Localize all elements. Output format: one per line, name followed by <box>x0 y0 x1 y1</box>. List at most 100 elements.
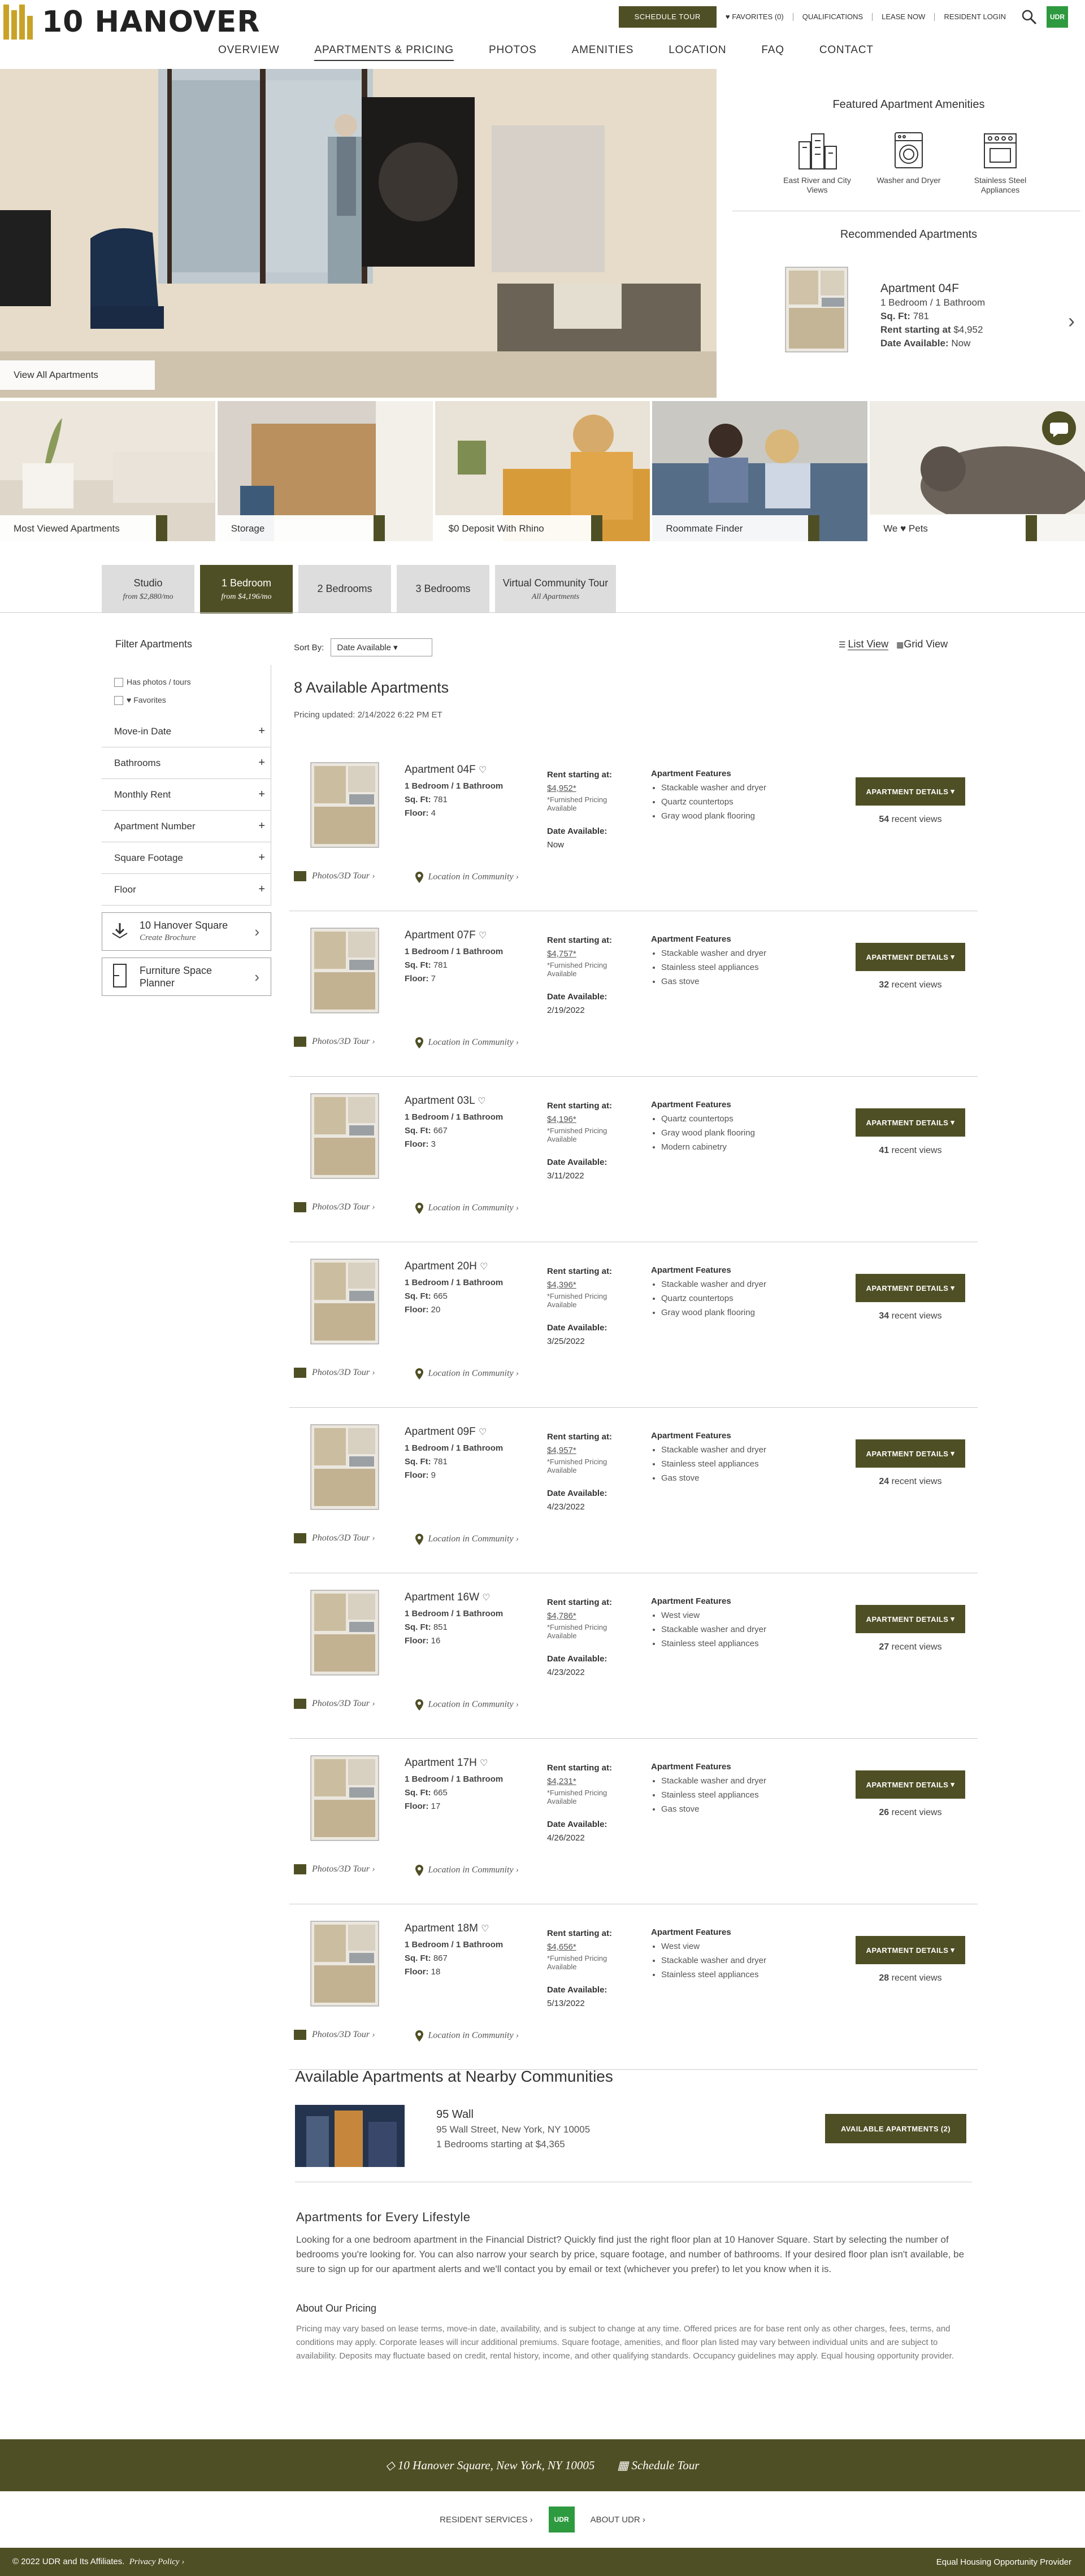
location-link[interactable]: Location in Community › <box>414 1864 519 1877</box>
promo-tile[interactable]: $0 Deposit With Rhino <box>435 401 650 541</box>
nav-faq[interactable]: FAQ <box>761 44 784 61</box>
apartment-details-button[interactable]: APARTMENT DETAILS ▾ <box>856 777 965 806</box>
heart-outline-icon[interactable]: ♡ <box>480 1262 488 1272</box>
location-link[interactable]: Location in Community › <box>414 1699 519 1711</box>
rent-value[interactable]: $4,656* <box>547 1942 576 1952</box>
schedule-tour-link[interactable]: ▦ Schedule Tour <box>617 2458 699 2473</box>
udr-logo[interactable]: UDR <box>548 2507 575 2533</box>
photos-tour-link[interactable]: Photos/3D Tour › <box>294 1368 375 1380</box>
has-photos-checkbox[interactable]: Has photos / tours <box>114 673 266 691</box>
location-link[interactable]: Location in Community › <box>414 1368 519 1380</box>
udr-logo[interactable]: UDR <box>1047 6 1068 28</box>
apartment-name[interactable]: Apartment 17H ♡ <box>405 1757 488 1769</box>
photos-tour-link[interactable]: Photos/3D Tour › <box>294 1699 375 1711</box>
favorites-checkbox[interactable]: ♥ Favorites <box>114 691 266 709</box>
lease-now-link[interactable]: LEASE NOW <box>872 13 934 21</box>
apartment-name[interactable]: Apartment 20H ♡ <box>405 1260 488 1273</box>
about-udr-link[interactable]: ABOUT UDR › <box>591 2515 645 2525</box>
rent-value[interactable]: $4,957* <box>547 1446 576 1455</box>
filter-bathrooms[interactable]: Bathrooms + <box>102 747 271 779</box>
promo-tile[interactable]: Storage <box>217 401 433 541</box>
heart-outline-icon[interactable]: ♡ <box>479 931 487 941</box>
create-brochure-card[interactable]: 10 Hanover Square Create Brochure › <box>102 912 271 951</box>
nav-location[interactable]: LOCATION <box>669 44 726 61</box>
apartment-details-button[interactable]: APARTMENT DETAILS ▾ <box>856 1936 965 1964</box>
apartment-name[interactable]: Apartment 18M ♡ <box>405 1922 489 1935</box>
filter-floor[interactable]: Floor + <box>102 874 271 906</box>
floorplan-thumbnail[interactable] <box>300 923 390 1019</box>
sort-select[interactable]: Date Available ▾ <box>331 638 433 656</box>
schedule-tour-button[interactable]: SCHEDULE TOUR <box>618 6 717 28</box>
chat-icon[interactable] <box>1042 411 1076 445</box>
tab-virtual-tour[interactable]: Virtual Community Tour All Apartments <box>495 565 616 612</box>
checkbox-icon[interactable] <box>114 678 123 687</box>
rent-value[interactable]: $4,786* <box>547 1611 576 1621</box>
furniture-planner-card[interactable]: Furniture Space Planner › <box>102 958 271 996</box>
resident-services-link[interactable]: RESIDENT SERVICES › <box>440 2515 533 2525</box>
photos-tour-link[interactable]: Photos/3D Tour › <box>294 2030 375 2042</box>
apartment-details-button[interactable]: APARTMENT DETAILS ▾ <box>856 1770 965 1799</box>
apartment-details-button[interactable]: APARTMENT DETAILS ▾ <box>856 943 965 971</box>
apartment-name[interactable]: Apartment 16W ♡ <box>405 1591 491 1604</box>
building-photo[interactable] <box>295 2105 405 2167</box>
rent-value[interactable]: $4,231* <box>547 1777 576 1786</box>
list-view-button[interactable]: ☰ List View <box>839 638 889 650</box>
rent-value[interactable]: $4,396* <box>547 1280 576 1290</box>
photos-tour-link[interactable]: Photos/3D Tour › <box>294 1202 375 1215</box>
privacy-policy-link[interactable]: Privacy Policy › <box>129 2557 184 2566</box>
floorplan-thumbnail[interactable] <box>300 1916 390 2012</box>
tab-2-bedrooms[interactable]: 2 Bedrooms <box>298 565 391 612</box>
promo-tile[interactable]: Most Viewed Apartments <box>0 401 215 541</box>
location-link[interactable]: Location in Community › <box>414 1533 519 1546</box>
view-all-apartments-link[interactable]: View All Apartments <box>0 360 155 390</box>
tab-1-bedroom[interactable]: 1 Bedroom from $4,196/mo <box>200 565 293 613</box>
nav-apartments-pricing[interactable]: APARTMENTS & PRICING <box>314 44 454 61</box>
heart-outline-icon[interactable]: ♡ <box>482 1593 490 1603</box>
available-apartments-button[interactable]: AVAILABLE APARTMENTS (2) <box>825 2114 966 2143</box>
location-link[interactable]: Location in Community › <box>414 871 519 884</box>
favorites-link[interactable]: ♥ FAVORITES (0) <box>717 13 793 21</box>
heart-outline-icon[interactable]: ♡ <box>481 1924 489 1934</box>
apartment-name[interactable]: Apartment 09F ♡ <box>405 1426 487 1438</box>
photos-tour-link[interactable]: Photos/3D Tour › <box>294 1533 375 1546</box>
heart-outline-icon[interactable]: ♡ <box>478 1096 485 1106</box>
promo-tile[interactable]: Roommate Finder <box>652 401 868 541</box>
location-link[interactable]: Location in Community › <box>414 1202 519 1215</box>
filter-apartment-number[interactable]: Apartment Number + <box>102 811 271 842</box>
resident-login-link[interactable]: RESIDENT LOGIN <box>934 13 1015 21</box>
recommended-card[interactable]: Apartment 04F 1 Bedroom / 1 Bathroom Sq.… <box>732 262 1085 358</box>
apartment-name[interactable]: Apartment 07F ♡ <box>405 929 487 942</box>
rent-value[interactable]: $4,952* <box>547 784 576 793</box>
floorplan-thumbnail[interactable] <box>780 262 853 358</box>
floorplan-thumbnail[interactable] <box>300 757 390 853</box>
tab-3-bedrooms[interactable]: 3 Bedrooms <box>397 565 489 612</box>
logo[interactable]: 10 HANOVER <box>3 5 260 40</box>
apartment-details-button[interactable]: APARTMENT DETAILS ▾ <box>856 1274 965 1302</box>
photos-tour-link[interactable]: Photos/3D Tour › <box>294 1037 375 1049</box>
floorplan-thumbnail[interactable] <box>300 1750 390 1846</box>
rent-value[interactable]: $4,757* <box>547 949 576 959</box>
nav-overview[interactable]: OVERVIEW <box>218 44 279 61</box>
heart-outline-icon[interactable]: ♡ <box>480 1759 488 1768</box>
photos-tour-link[interactable]: Photos/3D Tour › <box>294 871 375 884</box>
filter-monthly-rent[interactable]: Monthly Rent + <box>102 779 271 811</box>
location-link[interactable]: Location in Community › <box>414 1037 519 1049</box>
apartment-details-button[interactable]: APARTMENT DETAILS ▾ <box>856 1605 965 1633</box>
apartment-name[interactable]: Apartment 04F ♡ <box>405 764 487 776</box>
floorplan-thumbnail[interactable] <box>300 1419 390 1515</box>
filter-move-in-date[interactable]: Move-in Date + <box>102 716 271 747</box>
photos-tour-link[interactable]: Photos/3D Tour › <box>294 1864 375 1877</box>
chevron-right-icon[interactable]: › <box>1068 309 1075 333</box>
checkbox-icon[interactable] <box>114 696 123 706</box>
filter-square-footage[interactable]: Square Footage + <box>102 842 271 874</box>
floorplan-thumbnail[interactable] <box>300 1254 390 1350</box>
qualifications-link[interactable]: QUALIFICATIONS <box>792 13 872 21</box>
heart-outline-icon[interactable]: ♡ <box>479 1428 487 1437</box>
apartment-details-button[interactable]: APARTMENT DETAILS ▾ <box>856 1439 965 1468</box>
heart-outline-icon[interactable]: ♡ <box>479 765 487 775</box>
grid-view-button[interactable]: ▦Grid View <box>896 638 948 650</box>
nearby-name[interactable]: 95 Wall <box>436 2108 474 2121</box>
nav-amenities[interactable]: AMENITIES <box>572 44 634 61</box>
search-icon[interactable] <box>1021 8 1038 25</box>
nav-photos[interactable]: PHOTOS <box>489 44 537 61</box>
